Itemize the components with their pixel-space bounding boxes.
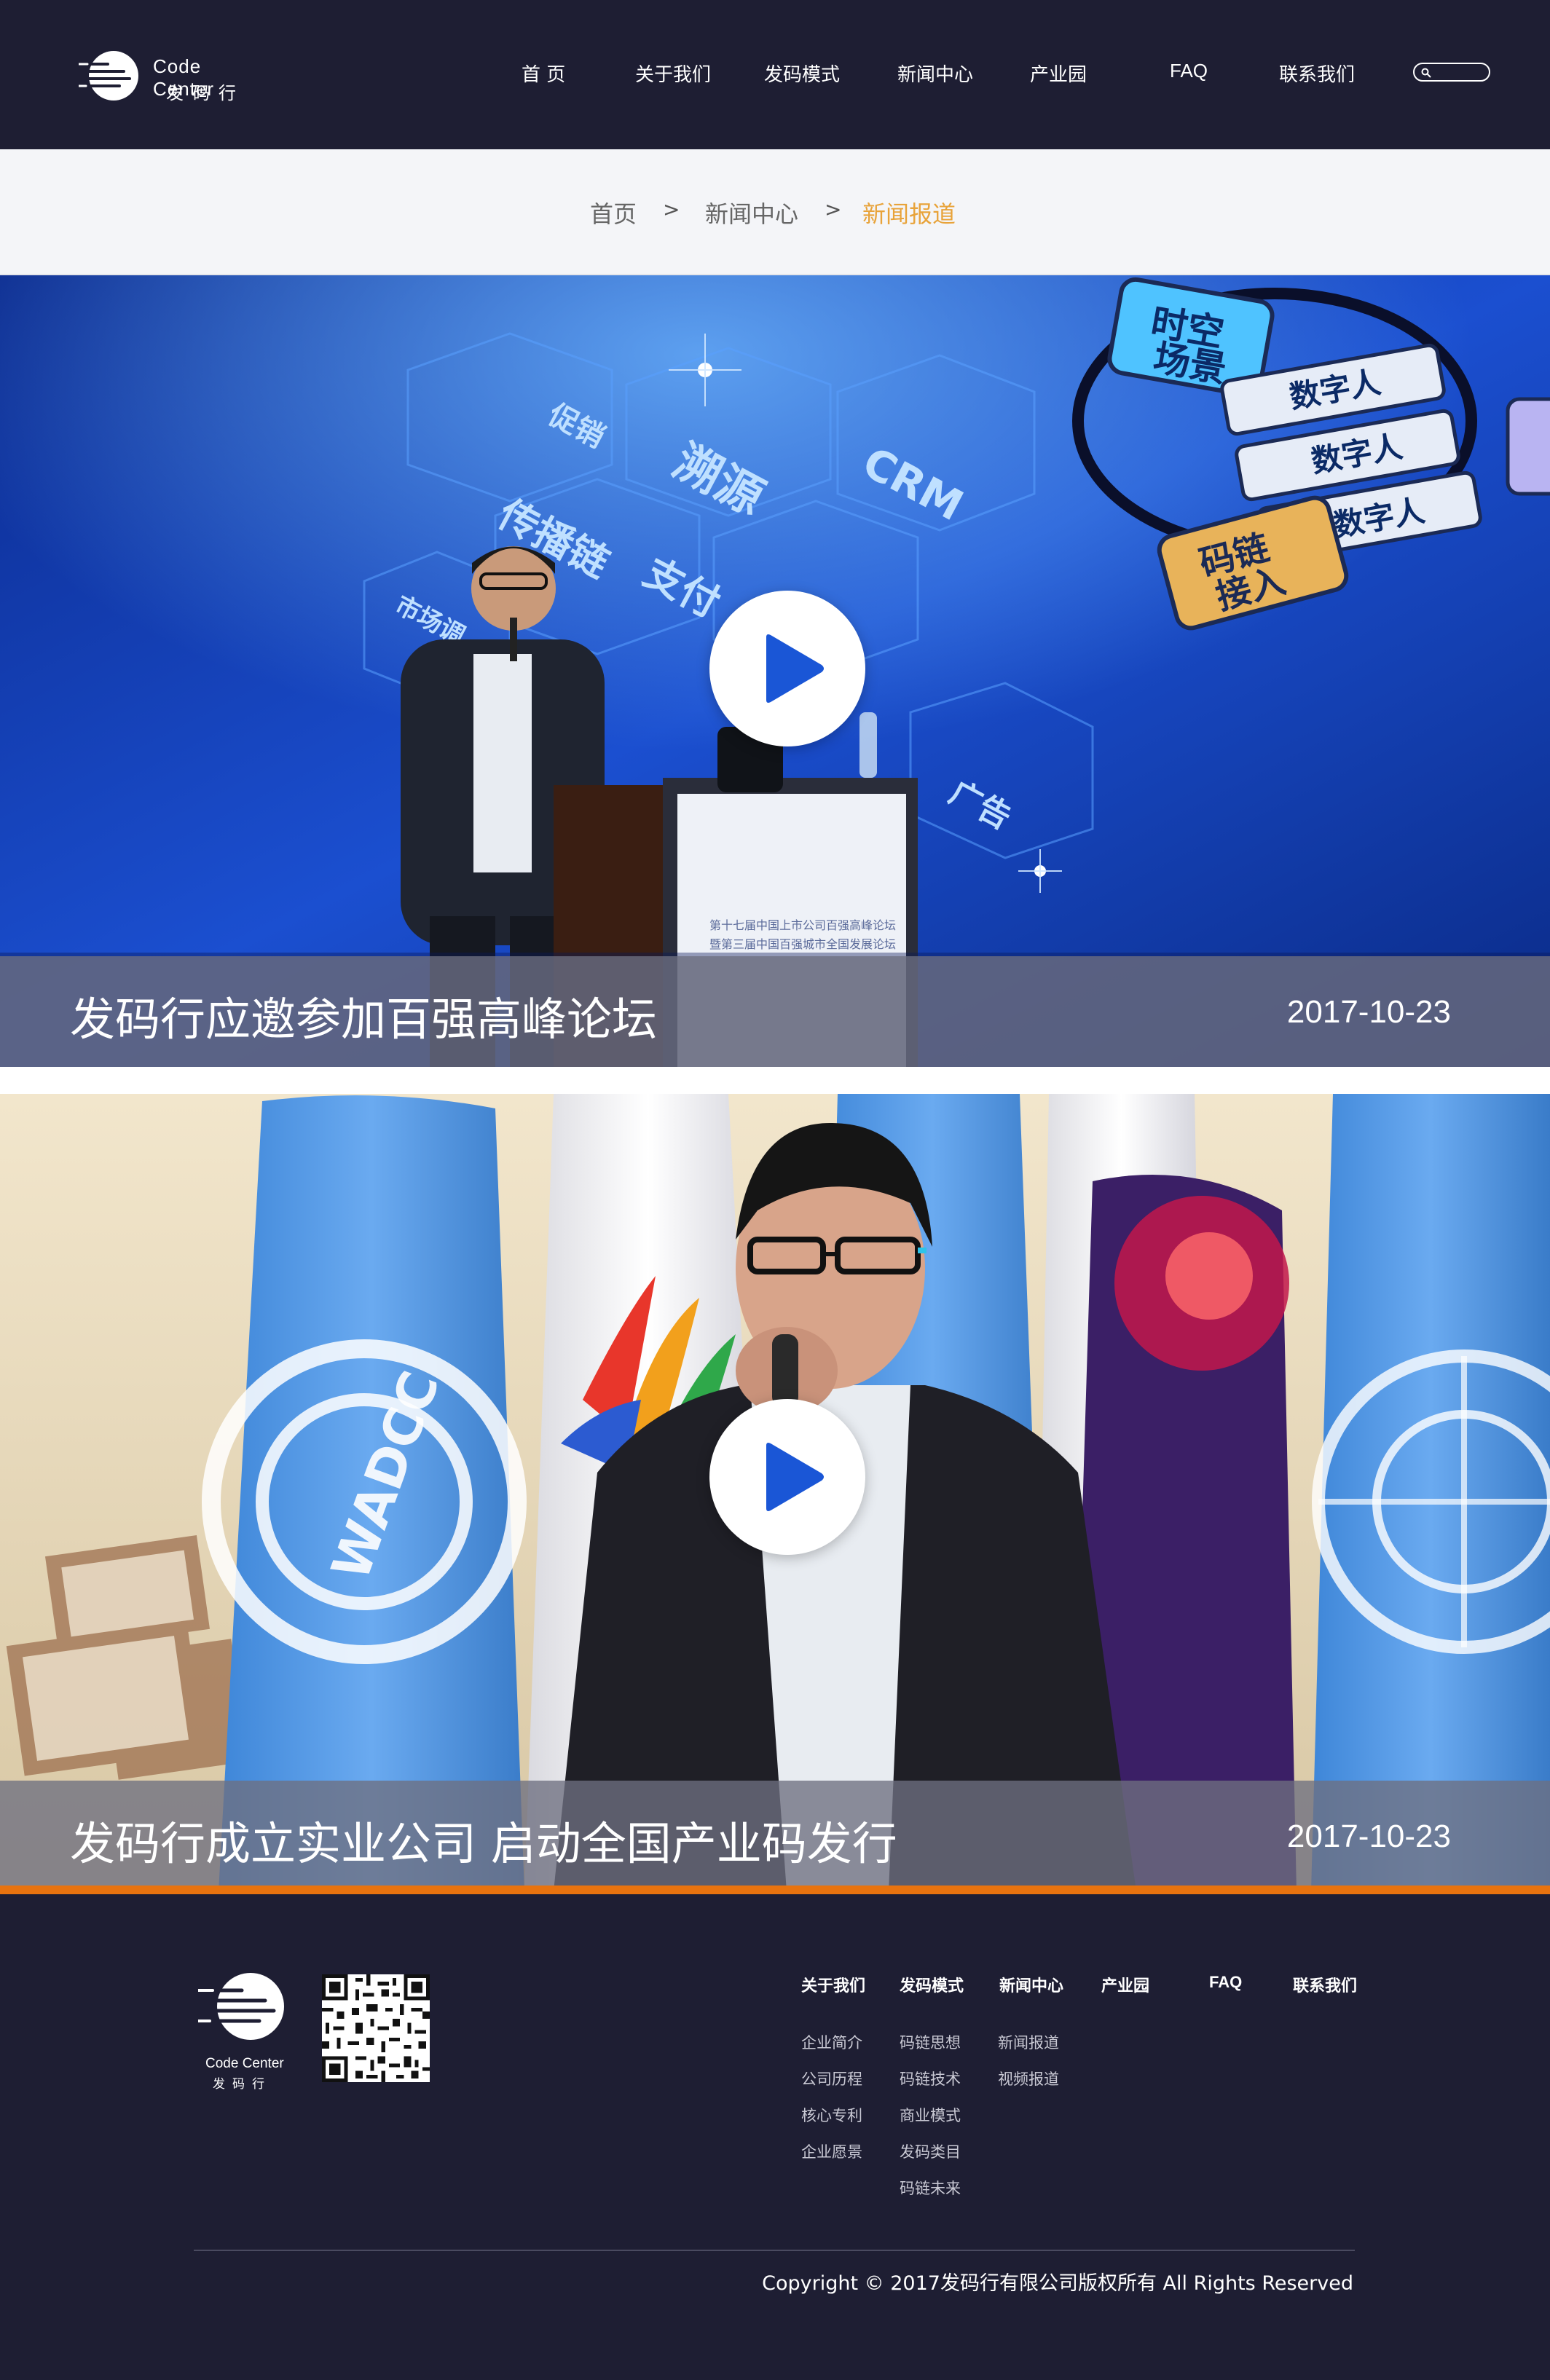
qr-code-image: [322, 1974, 430, 2082]
news-caption-bar: 发码行应邀参加百强高峰论坛 2017-10-23: [0, 956, 1550, 1067]
breadcrumb-separator: >: [825, 197, 842, 221]
footer-link[interactable]: 企业愿景: [801, 2140, 862, 2162]
site-logo[interactable]: Code Center 发码行: [79, 50, 268, 103]
nav-item-about[interactable]: 关于我们: [635, 60, 711, 87]
footer-col-news[interactable]: 新闻中心: [999, 1973, 1063, 1996]
podium-banner-line-1: 第十七届中国上市公司百强高峰论坛: [709, 918, 896, 932]
news-card[interactable]: WADCC 发码行成立实业公司 启动全国产业码发行 2017-10-23: [0, 1094, 1550, 1891]
nav-item-news[interactable]: 新闻中心: [897, 60, 973, 87]
footer-link[interactable]: 码链思想: [900, 2031, 961, 2053]
footer-link[interactable]: 企业简介: [801, 2031, 862, 2053]
footer-col-park[interactable]: 产业园: [1101, 1973, 1149, 1996]
footer-divider: [194, 2250, 1355, 2251]
footer-link[interactable]: 码链未来: [900, 2177, 961, 2199]
news-date: 2017-10-23: [1286, 994, 1451, 1030]
breadcrumb-current: 新闻报道: [862, 200, 956, 228]
breadcrumb-news-center[interactable]: 新闻中心: [705, 196, 798, 229]
footer-link[interactable]: 视频报道: [998, 2068, 1059, 2089]
search-icon[interactable]: [1420, 67, 1432, 79]
footer-link[interactable]: 公司历程: [801, 2068, 862, 2089]
site-footer: Code Center 发码行 关于我们 发码模式 新闻中心 产业园 FAQ 联…: [0, 1894, 1550, 2380]
footer-col-contact[interactable]: 联系我们: [1293, 1973, 1357, 1996]
news-date: 2017-10-23: [1286, 1819, 1451, 1854]
news-card[interactable]: 溯源 CRM 促销 传播链 支付 广告 市场调 时空 场景 数字人 数字人 数字…: [0, 275, 1550, 1067]
footer-logo-text-cn: 发码行: [213, 2077, 272, 2092]
play-video-button[interactable]: [709, 1399, 865, 1555]
footer-link[interactable]: 新闻报道: [998, 2031, 1059, 2053]
play-icon: [766, 634, 824, 703]
nav-item-faq[interactable]: FAQ: [1170, 60, 1208, 82]
nav-item-model[interactable]: 发码模式: [764, 60, 840, 87]
podium-banner-line-2: 暨第三届中国百强城市全国发展论坛: [709, 937, 896, 951]
copyright-text: Copyright © 2017发码行有限公司版权所有 All Rights R…: [762, 2272, 1353, 2295]
breadcrumb-home[interactable]: 首页: [590, 196, 637, 229]
footer-col-model[interactable]: 发码模式: [900, 1973, 964, 1996]
footer-logo-text-en: Code Center: [205, 2056, 284, 2071]
news-title[interactable]: 发码行应邀参加百强高峰论坛: [70, 982, 657, 1048]
nav-item-park[interactable]: 产业园: [1030, 60, 1087, 87]
nav-item-contact[interactable]: 联系我们: [1279, 60, 1355, 87]
site-header: Code Center 发码行 首 页 关于我们 发码模式 新闻中心 产业园 F…: [0, 0, 1550, 149]
footer-link[interactable]: 核心专利: [801, 2104, 862, 2126]
play-icon: [766, 1443, 824, 1511]
footer-logo[interactable]: Code Center 发码行: [197, 1973, 291, 2092]
breadcrumb-separator: >: [663, 197, 680, 221]
footer-link[interactable]: 码链技术: [900, 2068, 961, 2089]
logo-mark-icon: [79, 51, 138, 101]
logo-mark-icon: [198, 1973, 284, 2040]
play-video-button[interactable]: [709, 591, 865, 746]
breadcrumb: 首页 > 新闻中心 > 新闻报道: [0, 149, 1550, 275]
news-caption-bar: 发码行成立实业公司 启动全国产业码发行 2017-10-23: [0, 1781, 1550, 1891]
logo-text-cn: 发码行: [166, 83, 245, 103]
nav-item-home[interactable]: 首 页: [522, 60, 565, 87]
footer-link[interactable]: 商业模式: [900, 2104, 961, 2126]
footer-link[interactable]: 发码类目: [900, 2140, 961, 2162]
search-box[interactable]: [1413, 63, 1490, 82]
footer-accent-line: [0, 1886, 1550, 1894]
footer-col-faq[interactable]: FAQ: [1209, 1973, 1242, 1992]
news-title[interactable]: 发码行成立实业公司 启动全国产业码发行: [70, 1807, 897, 1872]
footer-col-about[interactable]: 关于我们: [801, 1973, 865, 1996]
